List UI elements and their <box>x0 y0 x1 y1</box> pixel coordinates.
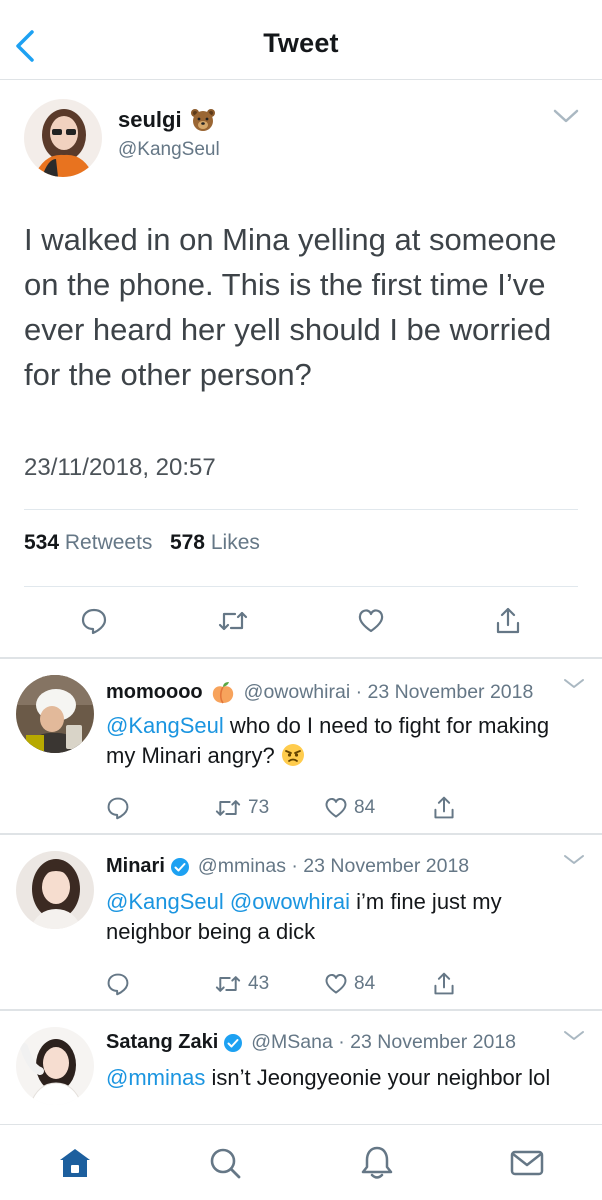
reply-icon <box>107 973 129 996</box>
tab-notifications[interactable] <box>355 1141 399 1185</box>
mention-link[interactable]: @KangSeul <box>106 713 224 738</box>
reply-meta: @MSana · 23 November 2018 <box>251 1031 517 1053</box>
reply-author-name[interactable]: Satang Zaki <box>106 1031 218 1054</box>
like-count: 84 <box>354 797 376 818</box>
search-icon <box>210 1148 241 1179</box>
verified-icon <box>224 1033 243 1052</box>
divider <box>24 509 578 510</box>
like-label[interactable]: Likes <box>211 531 260 554</box>
tweet-timestamp: 23/11/2018, 20:57 <box>24 454 216 481</box>
share-button[interactable] <box>432 793 456 823</box>
reply-icon <box>81 608 107 635</box>
tab-messages[interactable] <box>505 1141 549 1185</box>
divider <box>24 586 578 587</box>
reply-text: @KangSeul who do I need to fight for mak… <box>106 711 576 771</box>
like-button[interactable]: 84 <box>324 793 375 823</box>
tab-home[interactable] <box>53 1141 97 1185</box>
author-name-text: seulgi <box>118 107 182 132</box>
like-icon <box>325 973 347 994</box>
author-handle[interactable]: @KangSeul <box>118 139 220 161</box>
retweet-icon <box>218 611 248 631</box>
like-count: 84 <box>354 973 376 994</box>
retweet-button[interactable] <box>213 601 253 641</box>
page-title: Tweet <box>263 28 339 58</box>
reply-tweet[interactable]: momoooo @owowhirai · 23 November 2018 @K… <box>0 659 602 835</box>
author-name[interactable]: seulgi <box>118 107 216 133</box>
avatar[interactable] <box>16 851 94 929</box>
like-button[interactable]: 84 <box>324 969 375 999</box>
reply-button[interactable] <box>106 793 130 823</box>
reply-text: @mminas isn’t Jeongyeonie your neighbor … <box>106 1063 576 1093</box>
reply-button[interactable] <box>74 601 114 641</box>
avatar[interactable] <box>16 1027 94 1105</box>
mention-link[interactable]: @mminas <box>106 1065 205 1090</box>
reply-button[interactable] <box>106 969 130 999</box>
chevron-down-icon[interactable] <box>560 1027 588 1045</box>
retweet-count[interactable]: 534 <box>24 531 59 554</box>
nav-header: Tweet <box>0 0 602 80</box>
angry-emoji-icon <box>281 744 304 766</box>
reply-actions: 73 84 <box>106 793 586 823</box>
like-icon <box>358 609 384 633</box>
tweet-actions <box>0 601 602 651</box>
share-icon <box>496 607 520 634</box>
share-button[interactable] <box>432 969 456 999</box>
like-icon <box>325 797 347 818</box>
reply-header: Minari @mminas · 23 November 2018 <box>106 855 469 878</box>
reply-icon <box>107 797 129 820</box>
mention-link[interactable]: @KangSeul @owowhirai <box>106 889 350 914</box>
reply-tweet[interactable]: Minari @mminas · 23 November 2018 @KangS… <box>0 835 602 1011</box>
messages-icon <box>510 1150 544 1176</box>
retweet-icon <box>215 800 241 816</box>
home-icon <box>60 1149 90 1177</box>
bottom-tab-bar <box>0 1124 602 1200</box>
reply-author-name[interactable]: Minari <box>106 855 165 878</box>
retweet-icon <box>215 976 241 992</box>
share-icon <box>434 796 454 819</box>
reply-author-name[interactable]: momoooo <box>106 681 203 704</box>
tweet-text: I walked in on Mina yelling at someone o… <box>24 222 557 392</box>
bear-emoji-icon <box>190 109 215 131</box>
retweet-button[interactable]: 73 <box>214 793 269 823</box>
avatar[interactable] <box>24 99 102 177</box>
reply-actions: 43 84 <box>106 969 586 999</box>
tweet-stats: 534 Retweets 578 Likes <box>24 531 260 555</box>
verified-icon <box>170 857 189 876</box>
retweet-button[interactable]: 43 <box>214 969 269 999</box>
retweet-label[interactable]: Retweets <box>65 531 153 554</box>
reply-text-content: isn’t Jeongyeonie your neighbor lol <box>205 1065 551 1090</box>
reply-text: @KangSeul @owowhirai i’m fine just my ne… <box>106 887 576 947</box>
reply-header: momoooo @owowhirai · 23 November 2018 <box>106 679 533 705</box>
reply-meta: @owowhirai · 23 November 2018 <box>243 680 534 703</box>
reply-header: Satang Zaki @MSana · 23 November 2018 <box>106 1031 516 1054</box>
share-icon <box>434 972 454 995</box>
share-button[interactable] <box>488 601 528 641</box>
chevron-down-icon[interactable] <box>560 851 588 869</box>
chevron-down-icon[interactable] <box>560 675 588 693</box>
peach-emoji-icon <box>212 682 233 704</box>
retweet-count: 73 <box>248 797 270 818</box>
reply-tweet[interactable]: Satang Zaki @MSana · 23 November 2018 @m… <box>0 1011 602 1124</box>
notifications-icon <box>361 1146 393 1179</box>
reply-meta: @mminas · 23 November 2018 <box>197 855 470 877</box>
chevron-down-icon[interactable] <box>552 107 580 125</box>
tab-search[interactable] <box>203 1141 247 1185</box>
avatar[interactable] <box>16 675 94 753</box>
like-button[interactable] <box>351 601 391 641</box>
like-count[interactable]: 578 <box>170 531 205 554</box>
retweet-count: 43 <box>248 973 270 994</box>
